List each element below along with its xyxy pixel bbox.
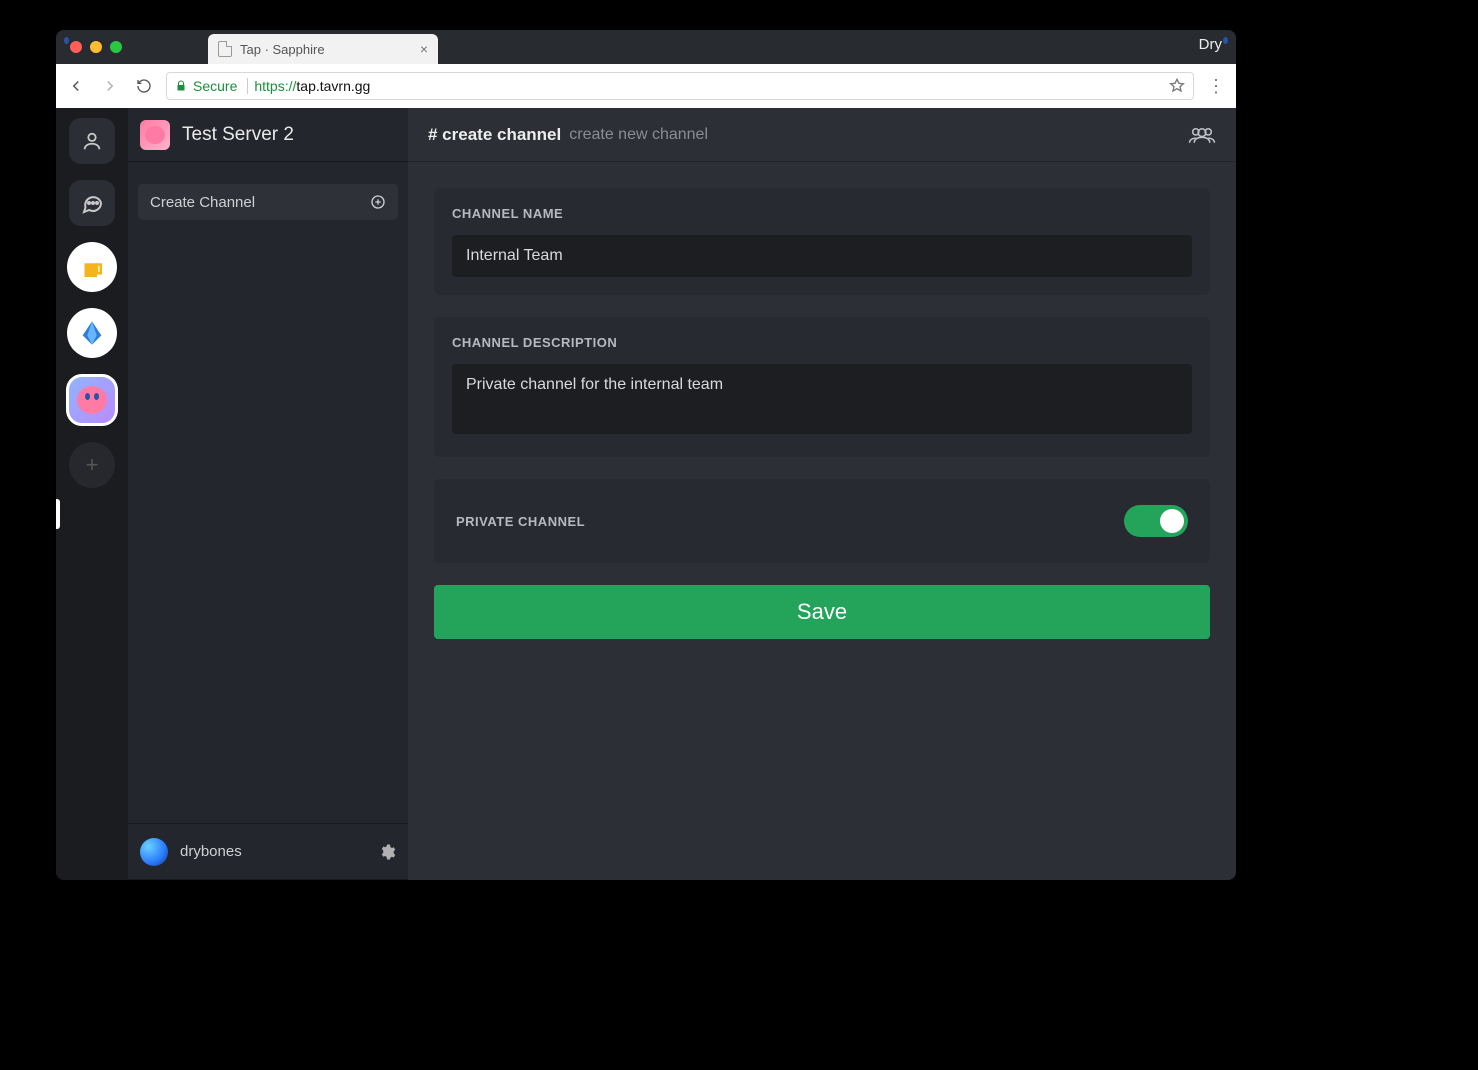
- lock-icon: [175, 80, 187, 92]
- browser-menu-button[interactable]: ⋮: [1204, 76, 1228, 97]
- server-name: Test Server 2: [182, 124, 294, 146]
- window-titlebar: Tap · Sapphire × Dry: [56, 30, 1236, 64]
- window-zoom-button[interactable]: [110, 41, 122, 53]
- user-name: drybones: [180, 843, 242, 860]
- private-channel-row: PRIVATE CHANNEL: [434, 479, 1210, 563]
- bookmark-star-icon[interactable]: [1169, 78, 1185, 94]
- active-guild-indicator: [56, 499, 60, 529]
- channel-sidebar: Test Server 2 Create Channel drybones: [128, 108, 408, 880]
- user-settings-button[interactable]: [378, 843, 396, 861]
- channel-description-input[interactable]: [452, 364, 1192, 434]
- private-channel-toggle[interactable]: [1124, 505, 1188, 537]
- user-footer: drybones: [128, 823, 408, 879]
- create-channel-item[interactable]: Create Channel: [138, 184, 398, 220]
- server-header[interactable]: Test Server 2: [128, 108, 408, 162]
- create-channel-label: Create Channel: [150, 194, 255, 211]
- window-minimize-button[interactable]: [90, 41, 102, 53]
- address-bar[interactable]: Secure https://tap.tavrn.gg: [166, 72, 1194, 100]
- channel-name-card: CHANNEL NAME: [434, 188, 1210, 295]
- plus-icon: [370, 194, 386, 210]
- guild-rail: +: [56, 108, 128, 880]
- guild-item-2[interactable]: [67, 308, 117, 358]
- page-subtitle: create new channel: [569, 126, 708, 144]
- channel-name-label: CHANNEL NAME: [452, 206, 1192, 221]
- save-button[interactable]: Save: [434, 585, 1210, 639]
- divider: [247, 78, 248, 94]
- guild-item-3-active[interactable]: [66, 374, 118, 426]
- add-guild-button[interactable]: +: [69, 442, 115, 488]
- url-text: https://tap.tavrn.gg: [254, 78, 370, 94]
- home-dm-button[interactable]: [69, 118, 115, 164]
- members-button[interactable]: [1188, 125, 1216, 145]
- nav-forward-button[interactable]: [98, 74, 122, 98]
- tab-close-icon[interactable]: ×: [420, 41, 428, 57]
- channel-name-input[interactable]: [452, 235, 1192, 277]
- page-icon: [218, 41, 232, 57]
- tab-title: Tap · Sapphire: [240, 42, 412, 57]
- browser-tab[interactable]: Tap · Sapphire ×: [208, 34, 438, 64]
- nav-reload-button[interactable]: [132, 74, 156, 98]
- guild-item-1[interactable]: [67, 242, 117, 292]
- user-avatar[interactable]: [140, 838, 168, 866]
- main-header: # create channel create new channel: [408, 108, 1236, 162]
- nav-back-button[interactable]: [64, 74, 88, 98]
- channel-description-card: CHANNEL DESCRIPTION: [434, 317, 1210, 457]
- window-close-button[interactable]: [70, 41, 82, 53]
- private-channel-label: PRIVATE CHANNEL: [456, 514, 585, 529]
- menubar-app-name: Dry: [1199, 36, 1222, 53]
- toggle-knob: [1160, 509, 1184, 533]
- browser-toolbar: Secure https://tap.tavrn.gg ⋮: [56, 64, 1236, 108]
- page-title: # create channel: [428, 125, 561, 145]
- secure-label: Secure: [193, 78, 237, 94]
- channel-description-label: CHANNEL DESCRIPTION: [452, 335, 1192, 350]
- main-pane: # create channel create new channel CHAN…: [408, 108, 1236, 880]
- server-icon: [140, 120, 170, 150]
- chat-button[interactable]: [69, 180, 115, 226]
